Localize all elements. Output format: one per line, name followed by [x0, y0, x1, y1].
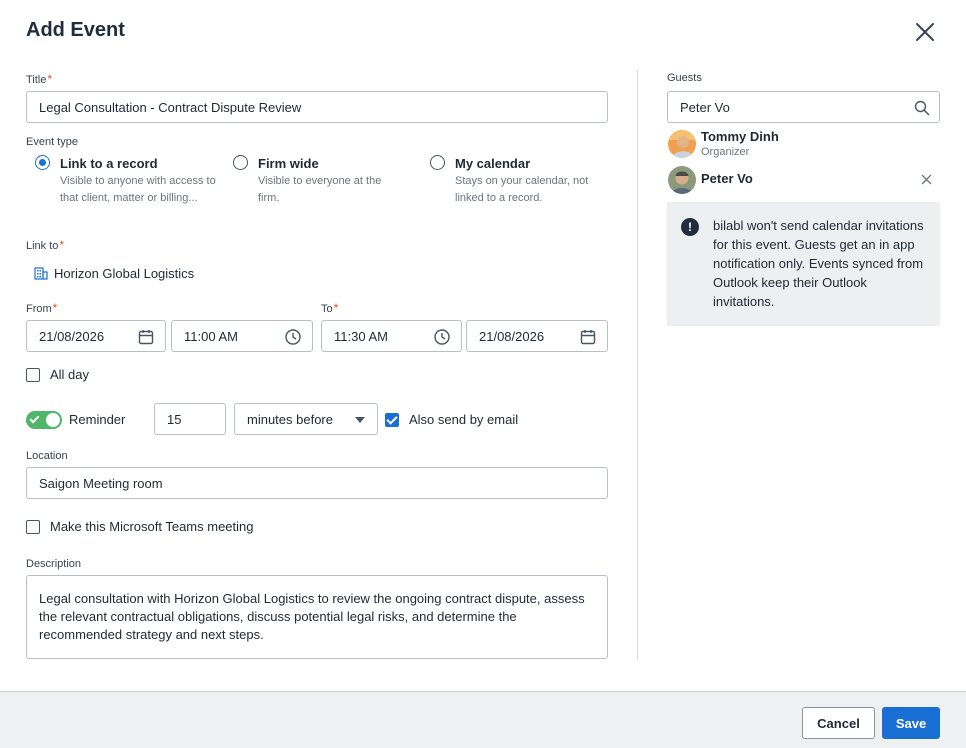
- guest-name: Peter Vo: [701, 171, 753, 186]
- to-date-input[interactable]: 21/08/2026: [466, 320, 608, 352]
- guests-label: Guests: [667, 72, 702, 84]
- notice-text: bilabl won't send calendar invitations f…: [713, 218, 924, 309]
- radio-link-to-record-label: Link to a record: [60, 156, 158, 171]
- clock-icon: [434, 329, 450, 345]
- link-to-label: Link to*: [26, 238, 65, 252]
- building-icon: [34, 267, 48, 280]
- calendar-invitation-notice: ! bilabl won't send calendar invitations…: [667, 202, 940, 326]
- location-input[interactable]: Saigon Meeting room: [26, 467, 608, 499]
- clock-icon: [285, 329, 301, 345]
- guest-search-input[interactable]: Peter Vo: [667, 91, 940, 123]
- cancel-button[interactable]: Cancel: [802, 707, 875, 739]
- description-textarea[interactable]: Legal consultation with Horizon Global L…: [26, 575, 608, 659]
- title-input[interactable]: Legal Consultation - Contract Dispute Re…: [26, 91, 608, 123]
- from-time-input[interactable]: 11:00 AM: [171, 320, 313, 352]
- to-time-input[interactable]: 11:30 AM: [321, 320, 462, 352]
- to-label: To*: [321, 301, 339, 315]
- avatar: [668, 130, 696, 158]
- link-to-record-link[interactable]: Horizon Global Logistics: [54, 266, 194, 281]
- dialog-footer: Cancel Save: [0, 691, 966, 748]
- radio-firm-wide[interactable]: [233, 155, 248, 170]
- all-day-checkbox[interactable]: [26, 368, 40, 382]
- from-label: From*: [26, 301, 58, 315]
- location-label: Location: [26, 450, 68, 462]
- radio-link-to-record-desc: Visible to anyone with access to that cl…: [60, 175, 216, 204]
- radio-link-to-record[interactable]: [35, 155, 50, 170]
- all-day-label: All day: [50, 367, 90, 382]
- event-type-label: Event type: [26, 136, 78, 148]
- reminder-unit-select[interactable]: minutes before: [234, 403, 378, 435]
- dialog-title: Add Event: [26, 19, 125, 41]
- save-button[interactable]: Save: [882, 707, 940, 739]
- avatar: [668, 166, 696, 194]
- from-date-input[interactable]: 21/08/2026: [26, 320, 166, 352]
- remove-guest-icon[interactable]: [921, 174, 932, 185]
- alert-icon: !: [681, 218, 699, 236]
- send-by-email-label: Also send by email: [409, 412, 519, 427]
- radio-firm-wide-label: Firm wide: [258, 156, 319, 171]
- reminder-amount-input[interactable]: 15: [154, 403, 226, 435]
- calendar-icon: [580, 330, 596, 345]
- calendar-icon: [138, 330, 154, 345]
- send-by-email-checkbox[interactable]: [385, 413, 399, 427]
- title-label: Title*: [26, 72, 53, 86]
- reminder-toggle[interactable]: [26, 411, 62, 429]
- column-divider: [637, 70, 638, 660]
- teams-meeting-checkbox[interactable]: [26, 520, 40, 534]
- reminder-label: Reminder: [69, 412, 126, 427]
- description-label: Description: [26, 558, 82, 570]
- radio-my-calendar[interactable]: [430, 155, 445, 170]
- radio-firm-wide-desc: Visible to everyone at the firm.: [258, 175, 382, 204]
- search-icon: [914, 100, 930, 116]
- guest-role: Organizer: [701, 146, 750, 158]
- radio-my-calendar-desc: Stays on your calendar, not linked to a …: [455, 175, 589, 204]
- guest-name: Tommy Dinh: [701, 129, 779, 144]
- close-icon[interactable]: [914, 21, 936, 43]
- radio-my-calendar-label: My calendar: [455, 156, 531, 171]
- teams-meeting-label: Make this Microsoft Teams meeting: [50, 519, 254, 534]
- caret-down-icon: [355, 417, 365, 423]
